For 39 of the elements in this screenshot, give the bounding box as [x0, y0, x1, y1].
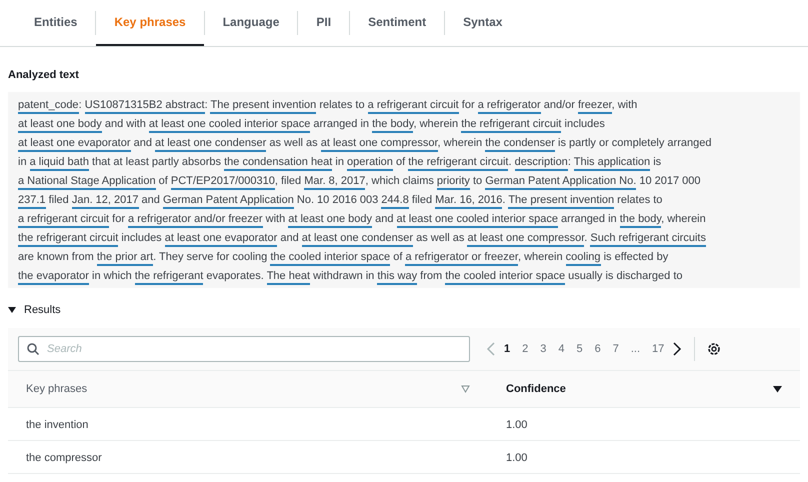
section-title: Results [24, 302, 61, 318]
tab[interactable]: Language [204, 0, 298, 46]
tab[interactable]: Entities [16, 0, 96, 46]
tab[interactable]: Syntax [445, 0, 520, 46]
table-cell: 1.00 [506, 452, 528, 464]
text-line: are known from the prior art. They serve for cooling the cooled interior space of a refrigerator or freezer, wherein cooling is effected by [18, 248, 668, 266]
page-button[interactable]: 17 [648, 340, 668, 358]
page-button[interactable]: 3 [536, 340, 550, 358]
page-button[interactable]: 4 [554, 340, 568, 358]
text-line: at least one body and with at least one cooled interior space arranged in the body, wherein the refrigerant circuit includes [18, 114, 605, 134]
tab[interactable]: Key phrases [96, 0, 204, 46]
column-header[interactable]: Confidence [506, 380, 566, 398]
text-line: in a liquid bath that at least partly absorbs the condensation heat in operation of the refrigerant circuit. description: This application is [18, 152, 662, 172]
column-header[interactable]: Key phrases [26, 380, 88, 398]
sort-icon[interactable] [773, 385, 782, 393]
text-line: the evaporator in which the refrigerant evaporates. The heat withdrawn in this way from the cooled interior space usually is discharged to [18, 266, 683, 286]
text-line: a National Stage Application of PCT/EP2017/000310, filed Mar. 8, 2017, which claims priority to German Patent Application No. 10 2017 000 [18, 172, 700, 190]
chevron-right-icon[interactable] [672, 342, 682, 356]
text-line: 237.1 filed Jan. 12, 2017 and German Patent Application No. 10 2016 003 244.8 filed Mar. 16, 2016. The present invention relates to [18, 190, 662, 210]
search-icon [27, 343, 39, 355]
text-line: patent_code: US10871315B2 abstract: The present invention relates to a refrigerant circuit for a refrigerator and/or freezer, with [18, 96, 638, 114]
table-cell: the compressor [26, 452, 102, 464]
page-button[interactable]: 7 [608, 340, 623, 358]
table-cell: the invention [26, 419, 88, 431]
page-button[interactable]: 5 [572, 340, 587, 358]
page-button[interactable]: 2 [518, 340, 532, 358]
settings-icon[interactable] [707, 342, 722, 356]
tab[interactable]: PII [298, 0, 350, 46]
page-button[interactable]: 6 [590, 340, 605, 358]
text-line: at least one evaporator and at least one condenser as well as at least one compressor, wherein the condenser is partly or completely arranged [18, 134, 712, 152]
caret-icon[interactable] [8, 306, 16, 314]
text-line: a refrigerant circuit for a refrigerator and/or freezer with at least one body and at least one cooled interior space arranged in the body, wherein [18, 210, 706, 228]
page-button[interactable]: 1 [500, 340, 514, 358]
section-title: Analyzed text [7, 68, 80, 83]
table-cell: 1.00 [506, 419, 528, 431]
text-line: the refrigerant circuit includes at least one evaporator and at least one condenser as well as at least one compressor. Such refrigerant circuits [18, 228, 706, 248]
tab[interactable]: Sentiment [350, 0, 444, 46]
page-button[interactable]: ... [626, 340, 644, 358]
search-field[interactable]: Search [18, 336, 470, 362]
